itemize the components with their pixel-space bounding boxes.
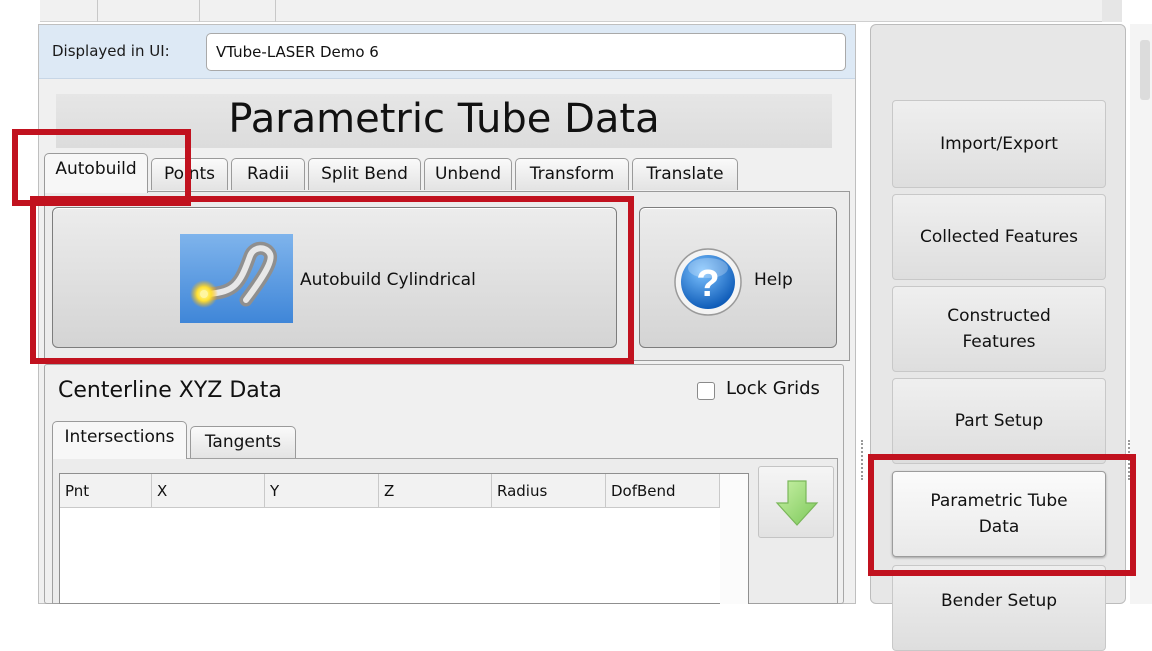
tab-translate[interactable]: Translate [632, 158, 738, 190]
tab-unbend[interactable]: Unbend [424, 158, 512, 190]
nav-collected-features[interactable]: Collected Features [892, 194, 1106, 280]
centerline-title: Centerline XYZ Data [58, 378, 282, 403]
column-header-dofbend[interactable]: DofBend [606, 474, 720, 508]
top-tab[interactable] [98, 0, 200, 22]
highlight-autobuild-button [30, 196, 634, 364]
grid-scrollbar[interactable] [720, 474, 748, 604]
help-question-icon: ? [672, 246, 744, 318]
move-down-button[interactable] [758, 466, 834, 538]
column-header-y[interactable]: Y [265, 474, 379, 508]
lock-grids-checkbox[interactable] [697, 382, 715, 400]
top-tab[interactable] [40, 0, 98, 22]
highlight-autobuild-tab [12, 129, 191, 206]
lock-grids-label: Lock Grids [726, 378, 820, 399]
down-arrow-icon [775, 480, 819, 526]
tab-intersections[interactable]: Intersections [52, 421, 187, 459]
displayed-in-ui-field[interactable] [206, 33, 846, 71]
nav-bender-setup[interactable]: Bender Setup [892, 565, 1106, 651]
svg-text:?: ? [696, 263, 719, 305]
nav-import-export[interactable]: Import/Export [892, 100, 1106, 188]
column-header-pnt[interactable]: Pnt [60, 474, 152, 508]
column-header-radius[interactable]: Radius [492, 474, 606, 508]
tab-transform[interactable]: Transform [515, 158, 629, 190]
tab-split-bend[interactable]: Split Bend [308, 158, 421, 190]
top-tab[interactable] [200, 0, 276, 22]
scrollbar-thumb[interactable] [1140, 40, 1150, 100]
column-header-z[interactable]: Z [379, 474, 492, 508]
displayed-in-ui-label: Displayed in UI: [52, 42, 170, 60]
top-corner [1102, 0, 1122, 22]
column-header-x[interactable]: X [152, 474, 265, 508]
help-label: Help [754, 270, 793, 290]
nav-constructed-features[interactable]: Constructed Features [892, 286, 1106, 372]
splitter-grip[interactable] [861, 440, 867, 480]
highlight-parametric-tube-data [868, 454, 1136, 576]
tab-tangents[interactable]: Tangents [190, 426, 296, 458]
nav-part-setup[interactable]: Part Setup [892, 378, 1106, 464]
tab-radii[interactable]: Radii [231, 158, 305, 190]
